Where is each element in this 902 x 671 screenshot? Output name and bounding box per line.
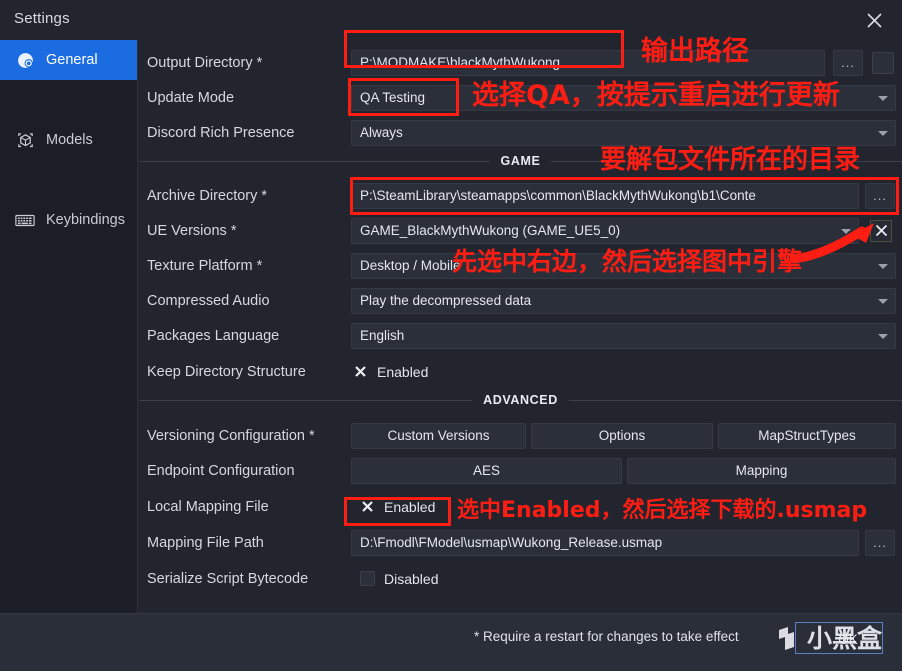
- row-discord-rich-presence: Discord Rich Presence Always: [139, 115, 902, 150]
- row-texture-platform: Texture Platform * Desktop / Mobile: [139, 248, 902, 283]
- keep-directory-structure-checkbox[interactable]: Enabled: [353, 364, 428, 380]
- ok-button[interactable]: OK: [818, 626, 878, 652]
- output-directory-label: Output Directory *: [147, 54, 263, 71]
- versioning-configuration-label: Versioning Configuration *: [147, 427, 315, 444]
- row-keep-directory-structure: Keep Directory Structure Enabled: [139, 354, 902, 389]
- section-advanced-label: ADVANCED: [483, 393, 558, 407]
- row-serialize-script-bytecode: Serialize Script Bytecode Disabled: [139, 561, 902, 596]
- discord-rich-presence-value: Always: [360, 125, 403, 140]
- sidebar: General Models Keybindings: [0, 40, 138, 613]
- chevron-down-icon: [878, 333, 888, 339]
- archive-directory-input[interactable]: P:\SteamLibrary\steamapps\common\BlackMy…: [351, 182, 859, 209]
- mapping-file-path-label: Mapping File Path: [147, 534, 264, 551]
- row-update-mode: Update Mode QA Testing: [139, 80, 902, 115]
- sidebar-item-keybindings[interactable]: Keybindings: [0, 200, 137, 240]
- texture-platform-value: Desktop / Mobile: [360, 258, 461, 273]
- mapstructtypes-button[interactable]: MapStructTypes: [718, 422, 896, 449]
- section-advanced: ADVANCED: [139, 390, 902, 410]
- divider-left: [139, 399, 473, 401]
- ue-versions-value: GAME_BlackMythWukong (GAME_UE5_0): [360, 223, 621, 238]
- output-directory-open-button[interactable]: [872, 51, 894, 74]
- sidebar-item-general[interactable]: General: [0, 40, 137, 80]
- output-directory-browse-button[interactable]: ...: [833, 49, 863, 76]
- chevron-down-icon: [878, 298, 888, 304]
- row-endpoint-configuration: Endpoint Configuration AES Mapping: [139, 453, 902, 488]
- update-mode-value: QA Testing: [360, 90, 426, 105]
- settings-content: Output Directory * P:\MODMAKE\blackMythW…: [139, 40, 902, 613]
- settings-window: Settings General Models Keybindings Outp…: [0, 0, 902, 671]
- custom-versions-button[interactable]: Custom Versions: [351, 422, 526, 449]
- ue-versions-select[interactable]: GAME_BlackMythWukong (GAME_UE5_0): [351, 217, 859, 244]
- settings-gear-icon: [13, 50, 37, 70]
- texture-platform-label: Texture Platform *: [147, 257, 263, 274]
- local-mapping-file-value: Enabled: [384, 498, 436, 515]
- row-output-directory: Output Directory * P:\MODMAKE\blackMythW…: [139, 45, 902, 80]
- aes-button[interactable]: AES: [351, 457, 622, 484]
- divider-right: [568, 399, 902, 401]
- discord-rich-presence-label: Discord Rich Presence: [147, 124, 295, 141]
- divider-right: [551, 160, 902, 162]
- sidebar-item-models[interactable]: Models: [0, 120, 137, 160]
- title-bar: Settings: [0, 0, 902, 40]
- close-icon[interactable]: [860, 6, 888, 34]
- row-compressed-audio: Compressed Audio Play the decompressed d…: [139, 283, 902, 318]
- endpoint-configuration-label: Endpoint Configuration: [147, 462, 295, 479]
- discord-rich-presence-select[interactable]: Always: [351, 119, 896, 146]
- sidebar-item-label: Models: [46, 132, 93, 148]
- update-mode-select[interactable]: QA Testing: [351, 84, 896, 111]
- local-mapping-file-checkbox[interactable]: Enabled: [360, 499, 435, 515]
- mapping-file-path-browse-button[interactable]: ...: [865, 529, 895, 556]
- texture-platform-select[interactable]: Desktop / Mobile: [351, 252, 896, 279]
- archive-directory-label: Archive Directory *: [147, 187, 268, 204]
- serialize-script-bytecode-checkbox[interactable]: Disabled: [360, 571, 438, 587]
- row-local-mapping-file: Local Mapping File Enabled: [139, 489, 902, 524]
- sidebar-item-label: General: [46, 52, 98, 68]
- checkbox-empty-icon: [360, 571, 375, 586]
- packages-language-select[interactable]: English: [351, 322, 896, 349]
- keep-directory-structure-value: Enabled: [377, 363, 429, 380]
- packages-language-label: Packages Language: [147, 327, 280, 344]
- divider-left: [139, 160, 490, 162]
- local-mapping-file-label: Local Mapping File: [147, 498, 269, 515]
- row-versioning-configuration: Versioning Configuration * Custom Versio…: [139, 418, 902, 453]
- check-x-icon: [360, 499, 375, 514]
- cube-3d-icon: [13, 130, 37, 150]
- ue-versions-clear-button[interactable]: [870, 219, 892, 242]
- chevron-down-icon: [878, 263, 888, 269]
- mapping-file-path-input[interactable]: D:\Fmodl\FModel\usmap\Wukong_Release.usm…: [351, 529, 859, 556]
- serialize-script-bytecode-label: Serialize Script Bytecode: [147, 570, 309, 587]
- row-mapping-file-path: Mapping File Path D:\Fmodl\FModel\usmap\…: [139, 525, 902, 560]
- chevron-down-icon: [878, 130, 888, 136]
- archive-directory-browse-button[interactable]: ...: [865, 182, 895, 209]
- row-ue-versions: UE Versions * GAME_BlackMythWukong (GAME…: [139, 213, 902, 248]
- sidebar-item-label: Keybindings: [46, 212, 125, 228]
- chevron-down-icon: [878, 95, 888, 101]
- compressed-audio-select[interactable]: Play the decompressed data: [351, 287, 896, 314]
- check-x-icon: [353, 364, 368, 379]
- footer-bar: [0, 613, 902, 671]
- keep-directory-structure-label: Keep Directory Structure: [147, 363, 306, 380]
- keyboard-icon: [13, 210, 37, 230]
- ue-versions-label: UE Versions *: [147, 222, 237, 239]
- restart-note: * Require a restart for changes to take …: [474, 629, 739, 644]
- serialize-script-bytecode-value: Disabled: [384, 570, 439, 587]
- section-game-label: GAME: [500, 154, 541, 168]
- compressed-audio-value: Play the decompressed data: [360, 293, 532, 308]
- compressed-audio-label: Compressed Audio: [147, 292, 270, 309]
- row-packages-language: Packages Language English: [139, 318, 902, 353]
- row-archive-directory: Archive Directory * P:\SteamLibrary\stea…: [139, 178, 902, 213]
- update-mode-label: Update Mode: [147, 89, 235, 106]
- section-game: GAME: [139, 151, 902, 171]
- options-button[interactable]: Options: [531, 422, 713, 449]
- output-directory-input[interactable]: P:\MODMAKE\blackMythWukong: [351, 49, 825, 76]
- window-title: Settings: [14, 10, 70, 27]
- chevron-down-icon: [841, 228, 851, 234]
- mapping-button[interactable]: Mapping: [627, 457, 896, 484]
- packages-language-value: English: [360, 328, 405, 343]
